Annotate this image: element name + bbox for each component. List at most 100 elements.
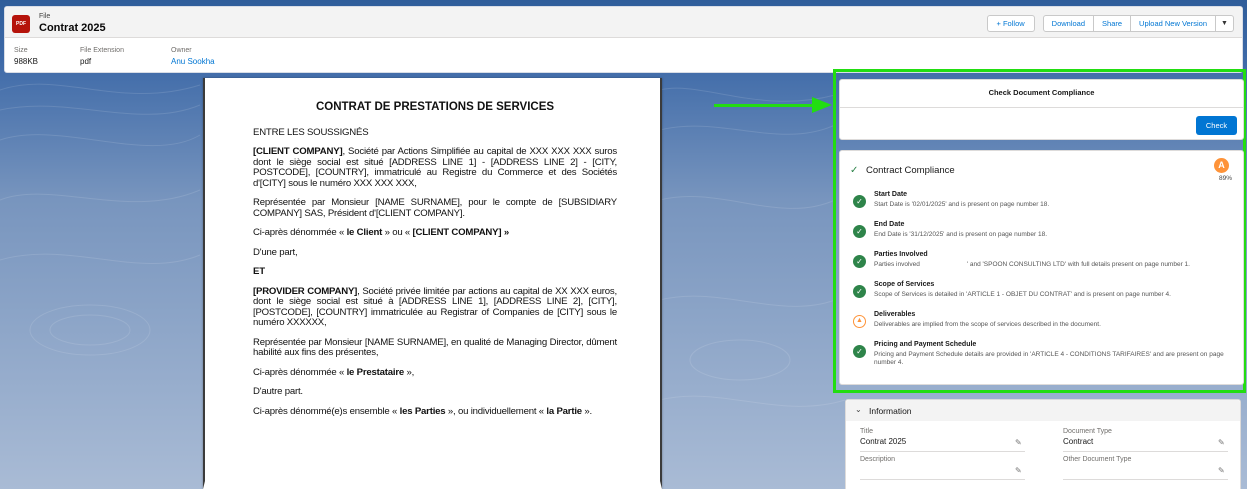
text: Ci-après dénommé(e)s ensemble «	[253, 405, 400, 417]
list-item: ✓ Scope of Services Scope of Services is…	[850, 281, 1235, 311]
text: Ci-après dénommée «	[253, 227, 347, 238]
upload-new-version-button[interactable]: Upload New Version	[1131, 15, 1216, 32]
checkmark-icon: ✓	[850, 165, 859, 176]
meta-label: Size	[14, 47, 28, 54]
edit-pencil-icon[interactable]: ✎	[1218, 466, 1225, 475]
item-description: Pricing and Payment Schedule details are…	[874, 351, 1224, 366]
meta-owner: Owner Anu Sookha	[171, 47, 215, 66]
document-page: CONTRAT DE PRESTATIONS DE SERVICES ENTRE…	[253, 102, 617, 426]
check-compliance-title: Check Document Compliance	[840, 80, 1243, 108]
document-paragraph: [CLIENT COMPANY], Société par Actions Si…	[253, 146, 617, 189]
field-divider	[1063, 451, 1228, 452]
score-warning-icon: A	[1214, 158, 1229, 173]
check-circle-icon: ✓	[853, 285, 866, 298]
check-compliance-card: Check Document Compliance Check	[839, 79, 1244, 140]
edit-pencil-icon[interactable]: ✎	[1218, 438, 1225, 447]
document-paragraph: ENTRE LES SOUSSIGNÉS	[253, 126, 369, 138]
check-button[interactable]: Check	[1196, 116, 1237, 135]
chevron-down-icon: ⌄	[855, 405, 862, 414]
document-paragraph: [PROVIDER COMPANY], Société privée limit…	[253, 285, 617, 329]
document-paragraph: Représentée par Monsieur [NAME SURNAME],…	[253, 197, 617, 219]
item-title: Pricing and Payment Schedule	[874, 341, 977, 348]
bold-text: [CLIENT COMPANY]	[253, 146, 343, 157]
document-title: CONTRAT DE PRESTATIONS DE SERVICES	[315, 101, 555, 113]
field-label: Document Type	[1063, 428, 1112, 435]
document-paragraph: D'autre part.	[253, 386, 303, 397]
document-paragraph: Ci-après dénommé(e)s ensemble « les Part…	[253, 405, 617, 418]
pdf-file-icon: PDF	[12, 15, 30, 33]
file-header: PDF File Contrat 2025 + Follow Download …	[4, 6, 1243, 73]
field-label: Other Document Type	[1063, 456, 1132, 463]
meta-value: pdf	[80, 57, 92, 66]
document-paragraph: Ci-après dénommée « le Client » ou « [CL…	[253, 227, 617, 239]
text: » ou «	[382, 227, 413, 238]
text: ».	[581, 405, 592, 417]
contract-compliance-title: Contract Compliance	[866, 165, 955, 176]
list-item: ✓ Start Date Start Date is '02/01/2025' …	[850, 191, 1235, 221]
file-title: Contrat 2025	[39, 22, 106, 34]
contract-compliance-card: ✓ Contract Compliance A 89% ✓ Start Date…	[839, 150, 1244, 385]
document-paragraph: Représentée par Monsieur [NAME SURNAME],…	[253, 336, 617, 358]
list-item: ▲ Deliverables Deliverables are implied …	[850, 311, 1235, 341]
bold-text: [PROVIDER COMPANY]	[253, 285, 358, 297]
item-title: End Date	[874, 221, 905, 228]
document-paragraph: ET	[253, 266, 265, 277]
chevron-down-icon: ▼	[1221, 20, 1228, 27]
item-description: Deliverables are implied from the scope …	[874, 321, 1101, 328]
bold-text: le Client	[346, 227, 383, 238]
field-label: Description	[860, 456, 896, 463]
item-description: Parties involved ' and 'SPOON CONSULTING…	[874, 261, 1190, 268]
meta-label: Owner	[171, 47, 192, 54]
follow-button[interactable]: + Follow	[986, 15, 1035, 32]
object-type-label: File	[39, 13, 51, 20]
owner-link[interactable]: Anu Sookha	[171, 57, 215, 66]
item-description: End Date is '31/12/2025' and is present …	[874, 231, 1048, 238]
share-button[interactable]: Share	[1094, 15, 1132, 32]
header-bar: PDF File Contrat 2025 + Follow Download …	[5, 7, 1242, 38]
information-header[interactable]: ⌄ Information	[846, 400, 1240, 421]
edit-pencil-icon[interactable]: ✎	[1015, 466, 1022, 475]
bold-text: les Parties	[399, 405, 446, 417]
document-type-field: Document Type Contract	[1063, 428, 1112, 446]
field-label: Title	[860, 428, 873, 435]
text: », ou individuellement «	[445, 405, 547, 417]
annotation-arrow-line	[714, 104, 816, 107]
item-description: Start Date is '02/01/2025' and is presen…	[874, 201, 1050, 208]
document-preview[interactable]: CONTRAT DE PRESTATIONS DE SERVICES ENTRE…	[203, 78, 662, 489]
document-paragraph: D'une part,	[253, 246, 298, 258]
meta-file-extension: File Extension pdf	[80, 47, 124, 66]
check-circle-icon: ✓	[853, 225, 866, 238]
bold-text: [CLIENT COMPANY] »	[412, 227, 510, 238]
more-actions-dropdown[interactable]: ▼	[1216, 15, 1234, 32]
download-button[interactable]: Download	[1042, 15, 1095, 32]
description-field: Description	[860, 456, 895, 465]
header-actions: + Follow Download Share Upload New Versi…	[986, 15, 1234, 32]
item-title: Parties Involved	[874, 251, 928, 258]
field-divider	[860, 451, 1025, 452]
list-item: ✓ Parties Involved Parties involved ' an…	[850, 251, 1235, 281]
item-title: Scope of Services	[874, 281, 935, 288]
text: Ci-après dénommée «	[253, 366, 347, 378]
item-title: Start Date	[874, 191, 908, 198]
compliance-items: ✓ Start Date Start Date is '02/01/2025' …	[850, 191, 1235, 371]
meta-size: Size 988KB	[14, 47, 38, 66]
list-item: ✓ End Date End Date is '31/12/2025' and …	[850, 221, 1235, 251]
annotation-arrow-head	[812, 97, 832, 113]
other-document-type-field: Other Document Type	[1063, 456, 1131, 465]
check-circle-icon: ✓	[853, 255, 866, 268]
compliance-score: 89%	[1218, 175, 1232, 182]
bold-text: la Partie	[546, 405, 582, 417]
information-section: ⌄ Information Title Contrat 2025 ✎ Docum…	[845, 399, 1241, 489]
item-description: Scope of Services is detailed in 'ARTICL…	[874, 291, 1171, 298]
item-title: Deliverables	[874, 311, 916, 318]
check-circle-icon: ✓	[853, 195, 866, 208]
warning-circle-icon: ▲	[853, 315, 866, 328]
edit-pencil-icon[interactable]: ✎	[1015, 438, 1022, 447]
field-divider	[1063, 479, 1228, 480]
meta-value: 988KB	[14, 57, 39, 66]
field-value: Contract	[1063, 437, 1094, 446]
information-title: Information	[869, 406, 912, 416]
field-divider	[860, 479, 1025, 480]
title-field: Title Contrat 2025	[860, 428, 906, 446]
text: »,	[404, 366, 415, 378]
